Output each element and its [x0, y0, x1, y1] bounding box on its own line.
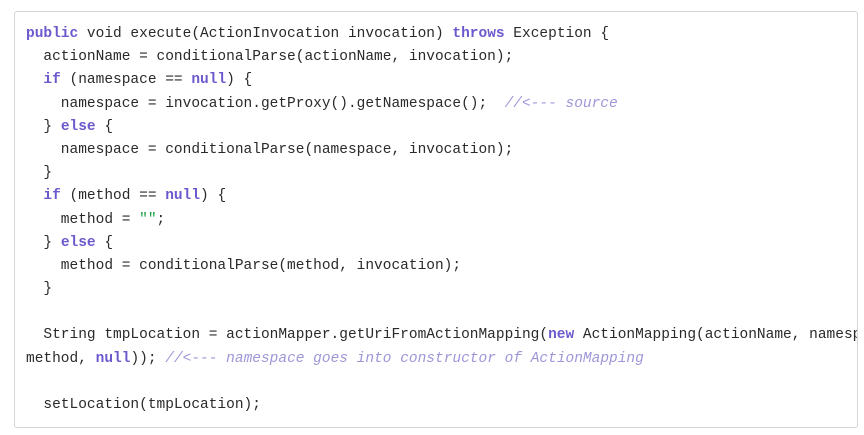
code-token: ));	[130, 350, 166, 367]
code-listing: public void execute(ActionInvocation inv…	[26, 23, 857, 417]
code-line: namespace = conditionalParse(namespace, …	[26, 139, 857, 162]
code-line: actionName = conditionalParse(actionName…	[26, 46, 857, 69]
code-line: } else {	[26, 116, 857, 139]
code-line: method, null)); //<--- namespace goes in…	[26, 348, 857, 371]
comment-token: //<--- namespace goes into constructor o…	[165, 350, 644, 367]
keyword-token: if	[43, 72, 61, 89]
code-line: if (method == null) {	[26, 185, 857, 208]
keyword-token: else	[60, 118, 96, 135]
keyword-token: public	[26, 26, 79, 42]
code-token: }	[26, 234, 61, 251]
code-line: String tmpLocation = actionMapper.getUri…	[26, 324, 857, 347]
keyword-token: new	[548, 327, 575, 344]
code-token: namespace = conditionalParse(namespace, …	[26, 141, 514, 158]
code-token: method,	[26, 350, 96, 367]
code-line: method = conditionalParse(method, invoca…	[26, 255, 857, 278]
keyword-token: throws	[452, 26, 505, 42]
code-line: public void execute(ActionInvocation inv…	[26, 23, 857, 46]
code-token: ;	[156, 211, 166, 228]
keyword-token: null	[95, 350, 131, 367]
code-token: {	[95, 118, 114, 135]
keyword-token: else	[60, 234, 96, 251]
code-line: } else {	[26, 232, 857, 255]
code-token: }	[26, 118, 61, 135]
code-token: namespace = invocation.getProxy().getNam…	[26, 95, 505, 112]
code-line: if (namespace == null) {	[26, 69, 857, 92]
code-token: {	[95, 234, 114, 251]
code-token: }	[26, 165, 53, 182]
code-token: (method ==	[60, 188, 166, 205]
keyword-token: if	[43, 188, 61, 205]
string-token: ""	[139, 211, 157, 228]
code-line: }	[26, 162, 857, 185]
code-token: ActionMapping(actionName, namespace,	[582, 327, 857, 344]
code-line: }	[26, 278, 857, 301]
keyword-token: null	[165, 188, 201, 205]
code-token: ) {	[200, 188, 227, 205]
code-token: method = conditionalParse(method, invoca…	[26, 257, 462, 274]
code-line: setLocation(tmpLocation);	[26, 394, 857, 417]
code-token: void execute(ActionInvocation invocation…	[78, 26, 453, 42]
code-token: method =	[26, 211, 140, 228]
code-token: actionName = conditionalParse(actionName…	[26, 49, 514, 66]
code-token: Exception {	[504, 26, 610, 42]
code-line: namespace = invocation.getProxy().getNam…	[26, 93, 857, 116]
code-token: (namespace ==	[60, 72, 192, 89]
code-token: }	[26, 281, 53, 298]
code-token: ) {	[226, 72, 253, 89]
code-line: method = "";	[26, 209, 857, 232]
keyword-token: null	[191, 72, 227, 89]
code-token: setLocation(tmpLocation);	[26, 397, 261, 413]
code-token: String tmpLocation = actionMapper.getUri…	[26, 327, 549, 344]
code-block: public void execute(ActionInvocation inv…	[14, 11, 858, 428]
comment-token: //<--- source	[504, 95, 618, 112]
